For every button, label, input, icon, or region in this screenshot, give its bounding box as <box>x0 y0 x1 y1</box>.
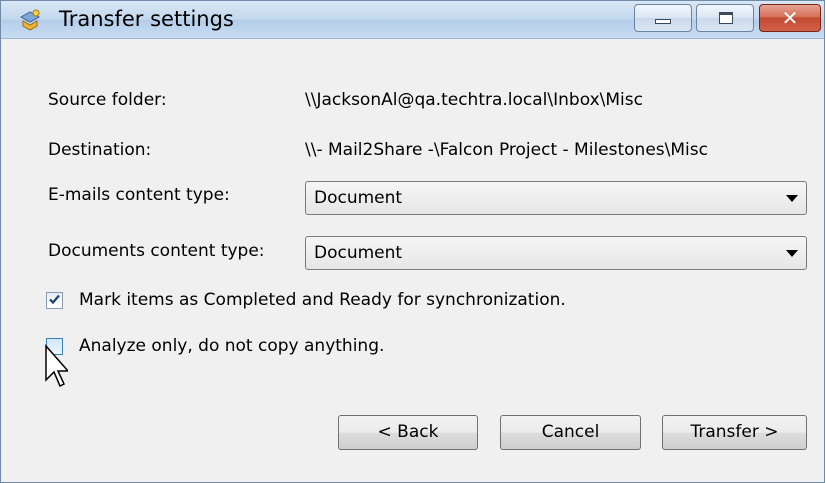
source-folder-label: Source folder: <box>48 90 167 110</box>
destination-label: Destination: <box>48 140 152 160</box>
emails-content-type-label: E-mails content type: <box>48 185 230 205</box>
transfer-settings-window: Transfer settings ✕ Source folder: \\Jac… <box>0 0 825 483</box>
checkmark-icon <box>49 294 60 305</box>
close-button[interactable]: ✕ <box>759 4 821 32</box>
analyze-only-label[interactable]: Analyze only, do not copy anything. <box>79 336 384 356</box>
emails-content-type-value: Document <box>314 188 403 208</box>
documents-content-type-value: Document <box>314 243 403 263</box>
mark-completed-label[interactable]: Mark items as Completed and Ready for sy… <box>79 290 566 310</box>
source-folder-value: \\JacksonAl@qa.techtra.local\Inbox\Misc <box>305 90 643 110</box>
close-icon: ✕ <box>781 6 799 30</box>
chevron-down-icon <box>786 250 798 257</box>
documents-content-type-label: Documents content type: <box>48 241 265 261</box>
minimize-button[interactable] <box>634 4 692 32</box>
back-button[interactable]: < Back <box>338 415 478 450</box>
destination-value: \\- Mail2Share -\Falcon Project - Milest… <box>305 140 708 160</box>
title-bar[interactable]: Transfer settings ✕ <box>1 1 824 39</box>
chevron-down-icon <box>786 195 798 202</box>
documents-content-type-select[interactable]: Document <box>305 236 807 270</box>
window-title: Transfer settings <box>59 7 234 31</box>
cancel-button[interactable]: Cancel <box>500 415 641 450</box>
mouse-cursor-icon <box>45 344 68 388</box>
emails-content-type-select[interactable]: Document <box>305 181 807 215</box>
maximize-button[interactable] <box>696 4 754 32</box>
transfer-app-icon <box>19 9 41 31</box>
maximize-icon <box>719 12 733 24</box>
mark-completed-checkbox[interactable] <box>46 292 63 309</box>
transfer-button[interactable]: Transfer > <box>662 415 807 450</box>
minimize-icon <box>655 19 671 24</box>
